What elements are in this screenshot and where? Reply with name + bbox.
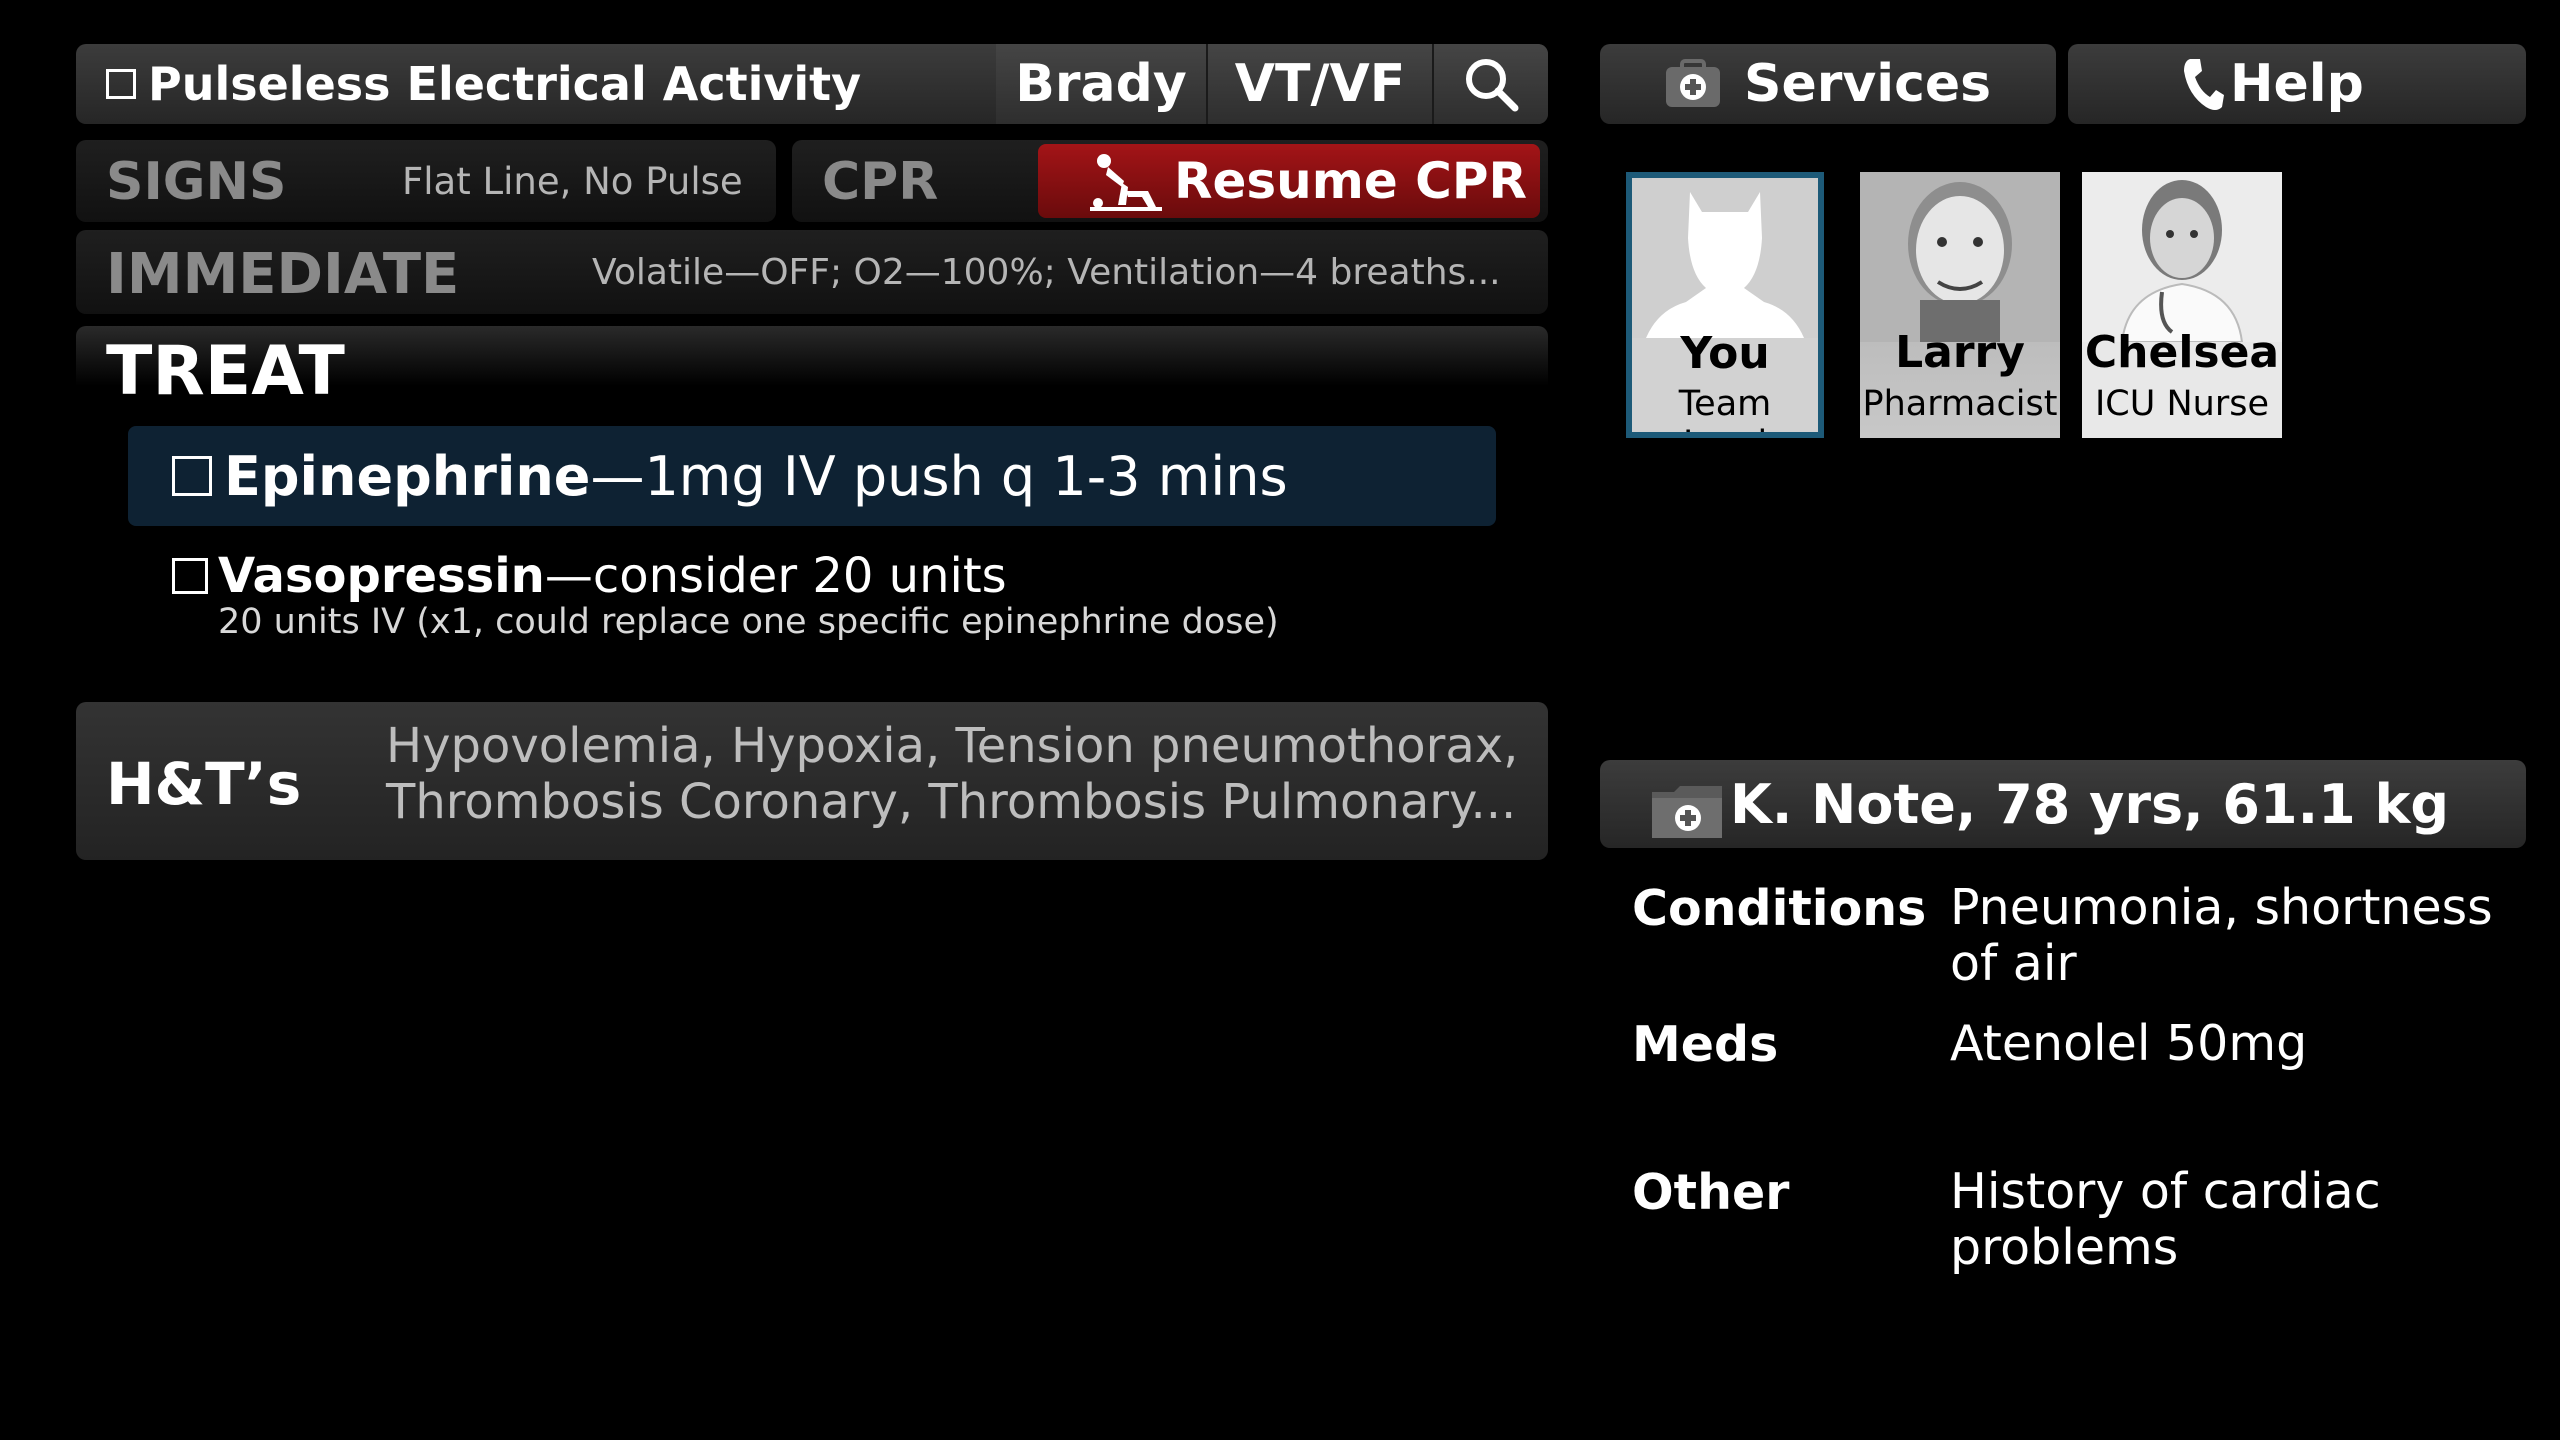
- avatar: [2082, 172, 2282, 342]
- team-card-you-name: You: [1680, 328, 1770, 379]
- hts-line-1: Hypovolemia, Hypoxia, Tension pneumothor…: [386, 718, 1519, 774]
- immediate-value: Volatile—OFF; O2—100%; Ventilation—4 bre…: [592, 252, 1501, 293]
- avatar: [1860, 172, 2060, 342]
- search-button[interactable]: [1432, 44, 1548, 124]
- protocol-checkbox[interactable]: [106, 69, 136, 99]
- resume-cpr-button[interactable]: Resume CPR: [1038, 144, 1540, 218]
- resume-cpr-label: Resume CPR: [1174, 152, 1528, 210]
- protocol-title-row[interactable]: Pulseless Electrical Activity: [106, 44, 861, 124]
- protocol-title: Pulseless Electrical Activity: [148, 57, 862, 111]
- hts-line-2: Thrombosis Coronary, Thrombosis Pulmonar…: [386, 774, 1517, 830]
- vasopressin-note: 20 units IV (x1, could replace one speci…: [218, 602, 1279, 642]
- tab-brady-label: Brady: [1015, 54, 1187, 114]
- phone-icon: [2184, 59, 2224, 110]
- meds-value: Atenolel 50mg: [1950, 1015, 2308, 1072]
- epinephrine-drug: Epinephrine: [224, 444, 591, 508]
- signs-panel: SIGNS Flat Line, No Pulse: [76, 140, 776, 222]
- protocol-bar: Pulseless Electrical Activity Brady VT/V…: [76, 44, 1548, 124]
- immediate-panel: IMMEDIATE Volatile—OFF; O2—100%; Ventila…: [76, 230, 1548, 314]
- signs-label: SIGNS: [106, 152, 287, 212]
- vasopressin-checkbox[interactable]: [172, 558, 208, 594]
- epinephrine-dose: —1mg IV push q 1-3 mins: [590, 444, 1288, 508]
- services-button[interactable]: Services: [1600, 44, 2056, 124]
- vasopressin-dose: —consider 20 units: [544, 548, 1007, 604]
- meds-label: Meds: [1632, 1016, 1779, 1073]
- team-card-you[interactable]: You Team Lead: [1626, 172, 1824, 438]
- team-card-larry-role: Pharmacist: [1862, 384, 2058, 424]
- epinephrine-checkbox[interactable]: [172, 456, 212, 496]
- patient-header-text: K. Note, 78 yrs, 61.1 kg: [1730, 772, 2450, 836]
- conditions-value: Pneumonia, shortness of air: [1950, 880, 2510, 992]
- avatar-silhouette-icon: [1632, 178, 1818, 338]
- other-line-2: problems: [1950, 1219, 2179, 1276]
- treat-label: TREAT: [106, 332, 345, 411]
- treat-panel: TREAT Epinephrine —1mg IV push q 1-3 min…: [76, 326, 1548, 676]
- cpr-person-icon: [1090, 154, 1162, 211]
- team-card-larry[interactable]: Larry Pharmacist: [1860, 172, 2060, 438]
- team-card-chelsea-name: Chelsea: [2084, 327, 2280, 378]
- other-line-1: History of cardiac: [1950, 1163, 2381, 1220]
- cpr-label: CPR: [822, 152, 939, 212]
- other-value: History of cardiac problems: [1950, 1164, 2510, 1276]
- conditions-label: Conditions: [1632, 880, 1927, 937]
- other-label: Other: [1632, 1164, 1790, 1221]
- protocol-tabs: Brady VT/VF: [996, 44, 1548, 124]
- hts-label: H&T’s: [106, 750, 302, 818]
- search-icon: [1466, 59, 1519, 112]
- services-label: Services: [1744, 54, 1992, 114]
- patient-header[interactable]: K. Note, 78 yrs, 61.1 kg: [1600, 760, 2526, 848]
- cpr-panel: CPR Resume CPR: [792, 140, 1548, 222]
- tab-vt-vf-label: VT/VF: [1234, 54, 1406, 114]
- hts-panel[interactable]: H&T’s Hypovolemia, Hypoxia, Tension pneu…: [76, 702, 1548, 860]
- vasopressin-drug: Vasopressin: [218, 548, 545, 604]
- signs-value: Flat Line, No Pulse: [402, 160, 743, 203]
- team-card-larry-name: Larry: [1895, 327, 2025, 378]
- team-card-chelsea-role: ICU Nurse: [2094, 384, 2270, 424]
- conditions-line-1: Pneumonia, shortness: [1950, 879, 2493, 936]
- tab-vt-vf[interactable]: VT/VF: [1206, 44, 1432, 124]
- vasopressin-row: Vasopressin —consider 20 units: [172, 548, 1472, 604]
- team-card-you-role: Team Lead: [1678, 384, 1772, 432]
- treat-item-vasopressin[interactable]: Vasopressin —consider 20 units 20 units …: [172, 548, 1472, 658]
- help-button[interactable]: Help: [2068, 44, 2526, 124]
- folder-medical-icon: [1652, 786, 1722, 838]
- immediate-label: IMMEDIATE: [106, 242, 460, 307]
- treat-item-epinephrine[interactable]: Epinephrine —1mg IV push q 1-3 mins: [128, 426, 1496, 526]
- hts-value: Hypovolemia, Hypoxia, Tension pneumothor…: [386, 718, 1518, 830]
- help-label: Help: [2230, 54, 2364, 114]
- conditions-line-2: of air: [1950, 935, 2077, 992]
- medical-kit-icon: [1666, 59, 1720, 107]
- tab-brady[interactable]: Brady: [996, 44, 1206, 124]
- team-card-chelsea[interactable]: Chelsea ICU Nurse: [2082, 172, 2282, 438]
